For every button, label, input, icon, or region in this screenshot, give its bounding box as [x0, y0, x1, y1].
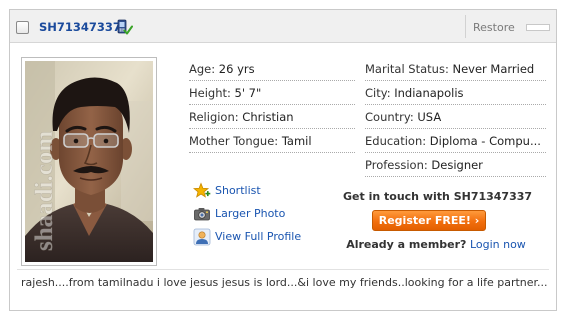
- detail-row-religion: Religion: Christian: [189, 105, 355, 129]
- detail-row-country: Country: USA: [365, 105, 546, 129]
- detail-value: 5' 7": [234, 86, 262, 100]
- detail-value: Indianapolis: [394, 86, 464, 100]
- profile-id-link[interactable]: SH71347337: [39, 20, 121, 34]
- detail-label: Height:: [189, 86, 231, 100]
- detail-label: Marital Status:: [365, 62, 449, 76]
- profile-card: SH71347337 Restore shaadi.com Age: 26 yr…: [9, 9, 557, 311]
- detail-label: Mother Tongue:: [189, 134, 279, 148]
- detail-row-mother-tongue: Mother Tongue: Tamil: [189, 129, 355, 153]
- details-column-left: Age: 26 yrs Height: 5' 7" Religion: Chri…: [189, 57, 355, 153]
- detail-value: Never Married: [452, 62, 535, 76]
- restore-link[interactable]: Restore: [473, 21, 515, 34]
- detail-label: Education:: [365, 134, 427, 148]
- view-full-profile-link[interactable]: View Full Profile: [215, 228, 301, 246]
- detail-label: Country:: [365, 110, 414, 124]
- detail-row-profession: Profession: Designer: [365, 153, 546, 177]
- login-now-link[interactable]: Login now: [470, 238, 526, 251]
- camera-icon: [194, 208, 210, 221]
- restore-icon[interactable]: [526, 24, 550, 31]
- photo-frame[interactable]: shaadi.com: [21, 57, 157, 266]
- detail-label: Profession:: [365, 158, 428, 172]
- photo-watermark: shaadi.com: [31, 131, 58, 251]
- contact-heading: Get in touch with SH71347337: [343, 190, 533, 203]
- phone-check-icon: [117, 19, 133, 35]
- details-column-right: Marital Status: Never Married City: Indi…: [365, 57, 546, 177]
- shortlist-link[interactable]: Shortlist: [215, 182, 261, 200]
- header-divider: [465, 15, 466, 38]
- detail-value: Designer: [431, 158, 483, 172]
- detail-label: Age:: [189, 62, 216, 76]
- select-profile-checkbox[interactable]: [16, 21, 29, 34]
- detail-value: Diploma - Compu...: [429, 134, 541, 148]
- detail-row-marital-status: Marital Status: Never Married: [365, 57, 546, 81]
- detail-row-height: Height: 5' 7": [189, 81, 355, 105]
- person-icon: [193, 228, 211, 246]
- detail-row-city: City: Indianapolis: [365, 81, 546, 105]
- profile-description: rajesh....from tamilnadu i love jesus je…: [21, 276, 548, 289]
- star-plus-icon: [193, 182, 211, 198]
- member-prompt-text: Already a member?: [346, 238, 467, 251]
- detail-row-age: Age: 26 yrs: [189, 57, 355, 81]
- detail-label: Religion:: [189, 110, 239, 124]
- card-header: SH71347337 Restore: [10, 10, 556, 43]
- register-free-button[interactable]: Register FREE! ›: [372, 210, 486, 231]
- detail-value: 26 yrs: [218, 62, 255, 76]
- profile-photo[interactable]: shaadi.com: [25, 61, 153, 262]
- detail-value: Christian: [242, 110, 294, 124]
- detail-row-education: Education: Diploma - Compu...: [365, 129, 546, 153]
- detail-label: City:: [365, 86, 391, 100]
- divider: [17, 269, 549, 270]
- larger-photo-link[interactable]: Larger Photo: [215, 205, 285, 223]
- detail-value: Tamil: [281, 134, 312, 148]
- detail-value: USA: [417, 110, 442, 124]
- login-prompt: Already a member? Login now: [346, 238, 526, 251]
